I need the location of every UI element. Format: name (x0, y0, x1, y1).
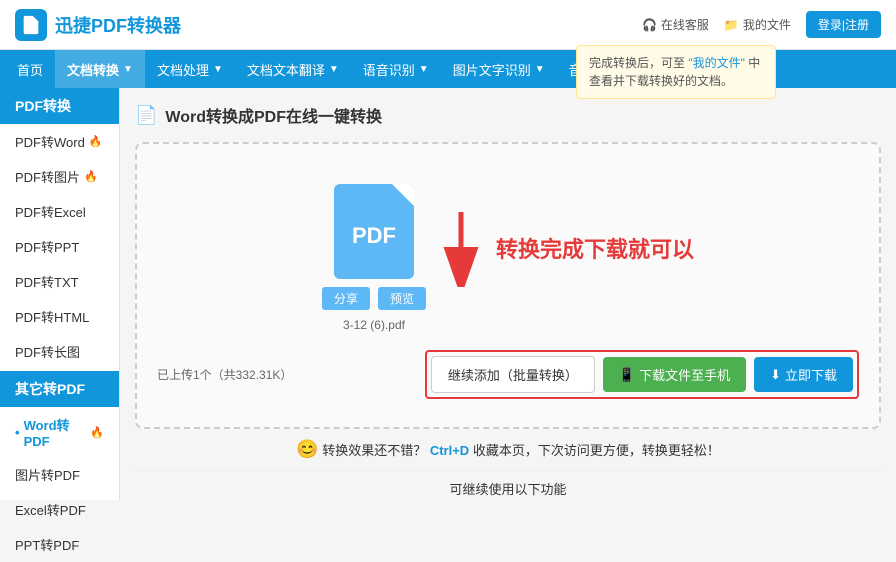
action-buttons: 继续添加（批量转换） 📱 下载文件至手机 ⬇ 立即下载 (425, 350, 859, 399)
immediate-download-button[interactable]: ⬇ 立即下载 (754, 357, 853, 392)
chevron-down-icon: ▼ (419, 64, 429, 75)
bottom-bar: 已上传1个（共332.31K） 继续添加（批量转换） 📱 下载文件至手机 ⬇ 立… (157, 342, 859, 407)
logo-area: PDF 迅捷PDF转换器 (15, 9, 181, 41)
chevron-down-icon: ▼ (213, 64, 223, 75)
promo-row: 😊 转换效果还不错？ Ctrl+D 收藏本页，下次访问更方便，转换更轻松！ (135, 429, 881, 470)
nav-item-doc-convert[interactable]: 文档转换 ▼ (55, 50, 145, 88)
sidebar-item-pdf-to-excel[interactable]: PDF转Excel (0, 194, 119, 229)
upload-zone[interactable]: PDF 分享 预览 3-12 (6).pdf (135, 142, 881, 429)
arrow-down (436, 207, 486, 290)
logo-icon: PDF (15, 9, 47, 41)
sidebar-item-pdf-to-ppt[interactable]: PDF转PPT (0, 229, 119, 264)
nav-item-ocr[interactable]: 图片文字识别 ▼ (441, 50, 557, 88)
corner-fold (392, 184, 414, 206)
online-service-btn[interactable]: 🎧 在线客服 (642, 16, 709, 33)
folder-icon: 📁 (724, 18, 739, 32)
smile-icon: 😊 (296, 439, 318, 459)
file-preview: PDF 分享 预览 3-12 (6).pdf (322, 184, 426, 332)
logo-text: 迅捷PDF转换器 (55, 12, 181, 38)
sidebar: PDF转换 PDF转Word 🔥 PDF转图片 🔥 PDF转Excel PDF转… (0, 88, 120, 500)
middle-row: PDF 分享 预览 3-12 (6).pdf (322, 164, 694, 332)
chevron-down-icon: ▼ (329, 64, 339, 75)
sidebar-section-pdf: PDF转换 (0, 88, 119, 124)
more-features: 可继续使用以下功能 (135, 470, 881, 500)
nav-item-translate[interactable]: 文档文本翻译 ▼ (235, 50, 351, 88)
my-files-btn[interactable]: 📁 我的文件 (724, 16, 791, 33)
pdf-label: PDF (352, 223, 396, 249)
document-icon: 📄 (135, 105, 157, 126)
svg-text:PDF: PDF (27, 26, 36, 31)
pdf-file-icon: PDF (334, 184, 414, 279)
header: PDF 迅捷PDF转换器 🎧 在线客服 📁 我的文件 登录|注册 完成转换后，可… (0, 0, 896, 50)
continue-add-button[interactable]: 继续添加（批量转换） (431, 356, 595, 393)
tooltip-popup: 完成转换后，可至 "我的文件" 中查看并下载转换好的文档。 (576, 45, 776, 99)
login-button[interactable]: 登录|注册 (806, 11, 881, 38)
sidebar-section-to-pdf: 其它转PDF (0, 371, 119, 407)
header-right: 🎧 在线客服 📁 我的文件 登录|注册 (642, 11, 881, 38)
tooltip-link[interactable]: "我的文件" (688, 56, 745, 70)
file-actions: 分享 预览 (322, 287, 426, 310)
sidebar-item-word-to-pdf[interactable]: • Word转PDF 🔥 (0, 407, 119, 457)
page-title: 📄 Word转换成PDF在线一键转换 (135, 103, 881, 127)
nav-item-voice[interactable]: 语音识别 ▼ (351, 50, 441, 88)
sidebar-item-ppt-to-pdf[interactable]: PPT转PDF (0, 527, 119, 562)
fire-icon: 🔥 (90, 426, 104, 439)
preview-button[interactable]: 预览 (378, 287, 426, 310)
sidebar-item-pdf-to-image[interactable]: PDF转图片 🔥 (0, 159, 119, 194)
download-icon: ⬇ (770, 367, 781, 383)
sidebar-item-pdf-to-txt[interactable]: PDF转TXT (0, 264, 119, 299)
download-to-phone-button[interactable]: 📱 下载文件至手机 (603, 357, 746, 392)
sidebar-item-image-to-pdf[interactable]: 图片转PDF (0, 457, 119, 492)
chevron-down-icon: ▼ (123, 64, 133, 75)
file-info: 已上传1个（共332.31K） (157, 366, 292, 383)
share-button[interactable]: 分享 (322, 287, 370, 310)
sidebar-item-pdf-to-long-image[interactable]: PDF转长图 (0, 334, 119, 369)
sidebar-item-pdf-to-word[interactable]: PDF转Word 🔥 (0, 124, 119, 159)
sidebar-item-excel-to-pdf[interactable]: Excel转PDF (0, 492, 119, 527)
phone-icon: 📱 (619, 367, 635, 383)
sidebar-item-pdf-to-html[interactable]: PDF转HTML (0, 299, 119, 334)
main-layout: PDF转换 PDF转Word 🔥 PDF转图片 🔥 PDF转Excel PDF转… (0, 88, 896, 500)
nav-item-doc-process[interactable]: 文档处理 ▼ (145, 50, 235, 88)
fire-icon: 🔥 (89, 135, 103, 148)
nav-item-home[interactable]: 首页 (5, 50, 55, 88)
completion-text: 转换完成下载就可以 (496, 232, 694, 264)
chevron-down-icon: ▼ (535, 64, 545, 75)
shortcut-highlight: Ctrl+D (430, 443, 469, 458)
headset-icon: 🎧 (642, 18, 657, 32)
file-name: 3-12 (6).pdf (343, 318, 405, 332)
content-area: 📄 Word转换成PDF在线一键转换 PDF 分享 预览 3-12 (6).pd… (120, 88, 896, 500)
fire-icon: 🔥 (84, 170, 98, 183)
